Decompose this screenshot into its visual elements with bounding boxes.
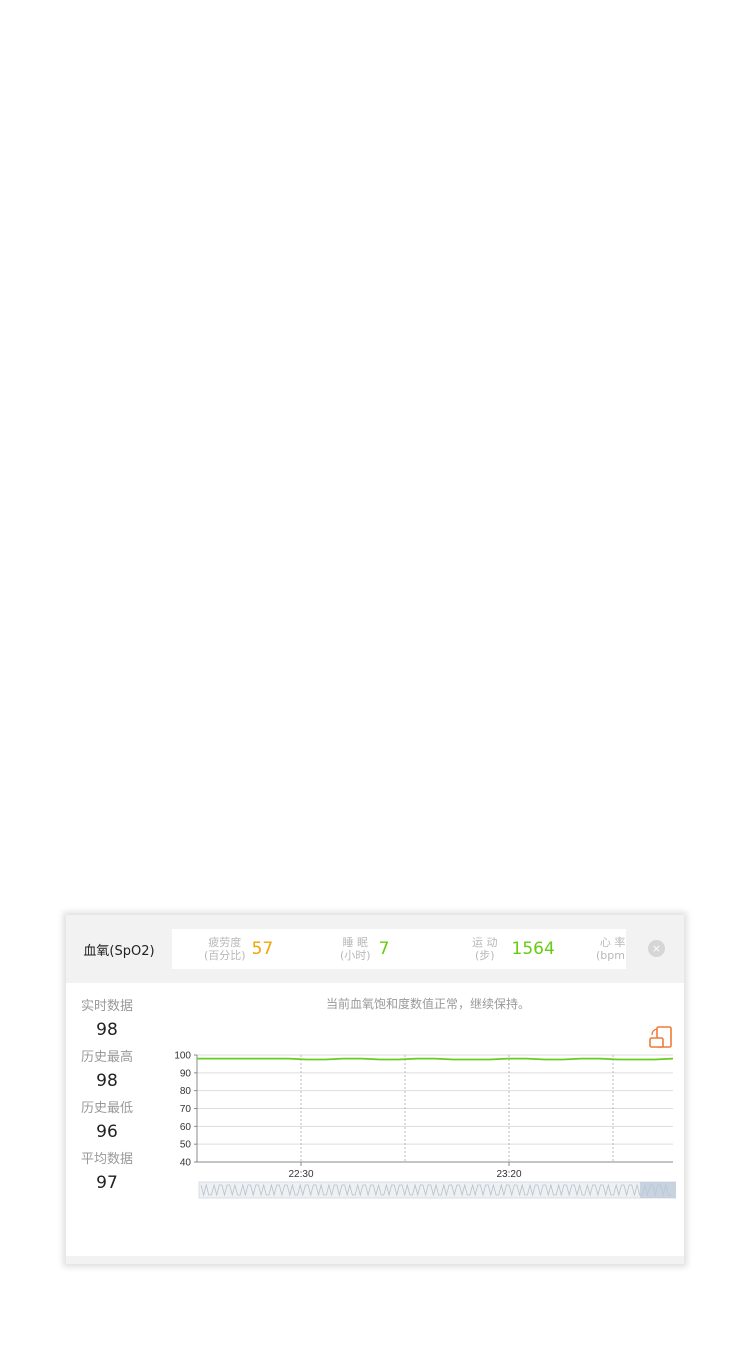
panel-footer bbox=[66, 1256, 684, 1264]
y-tick-label: 80 bbox=[180, 1086, 192, 1097]
history-min-label: 历史最低 bbox=[80, 1101, 133, 1116]
spo2-line-chart: 100 90 80 70 60 50 40 22:30 23:20 bbox=[174, 1051, 676, 1199]
average-label: 平均数据 bbox=[80, 1152, 133, 1167]
close-button[interactable]: × bbox=[648, 940, 665, 957]
history-max-value: 98 bbox=[96, 1071, 118, 1091]
metric-heart-rate[interactable]: 心 率 (bpm) bbox=[596, 929, 626, 969]
x-tick-label: 22:30 bbox=[288, 1169, 313, 1180]
metric-exercise-label: 运 动 (步) bbox=[472, 936, 498, 962]
metrics-strip[interactable]: 疲劳度 (百分比) 57 睡 眠 (小时) 7 运 动 (步) 1564 心 率… bbox=[172, 929, 626, 969]
y-tick-label: 40 bbox=[180, 1158, 192, 1169]
spo2-panel: 血氧(SpO2) 疲劳度 (百分比) 57 睡 眠 (小时) 7 运 动 (步)… bbox=[66, 915, 684, 1264]
metric-sleep[interactable]: 睡 眠 (小时) 7 bbox=[340, 929, 389, 969]
realtime-label: 实时数据 bbox=[80, 999, 133, 1014]
y-tick-label: 60 bbox=[180, 1122, 192, 1133]
x-tick-label: 23:20 bbox=[496, 1169, 521, 1180]
y-tick-label: 90 bbox=[180, 1068, 192, 1079]
average-value: 97 bbox=[96, 1173, 118, 1193]
status-notice: 当前血氧饱和度数值正常，继续保持。 bbox=[325, 997, 530, 1011]
tab-spo2[interactable]: 血氧(SpO2) bbox=[66, 929, 172, 969]
metric-sleep-value: 7 bbox=[378, 939, 390, 959]
realtime-value: 98 bbox=[96, 1020, 118, 1040]
panel-header: 血氧(SpO2) 疲劳度 (百分比) 57 睡 眠 (小时) 7 运 动 (步)… bbox=[66, 915, 684, 983]
y-tick-label: 100 bbox=[174, 1051, 191, 1062]
overview-selection-handle[interactable] bbox=[640, 1182, 676, 1198]
metric-exercise-value: 1564 bbox=[511, 939, 555, 959]
spo2-series-line bbox=[197, 1057, 674, 1061]
metric-fatigue-label: 疲劳度 (百分比) bbox=[204, 936, 246, 962]
metric-exercise[interactable]: 运 动 (步) 1564 bbox=[472, 929, 555, 969]
metric-heart-rate-label: 心 率 (bpm) bbox=[596, 936, 626, 962]
metric-fatigue[interactable]: 疲劳度 (百分比) 57 bbox=[204, 929, 273, 969]
close-icon: × bbox=[651, 942, 662, 955]
metric-fatigue-value: 57 bbox=[251, 939, 274, 959]
y-tick-label: 70 bbox=[180, 1104, 192, 1115]
history-min-value: 96 bbox=[96, 1122, 118, 1142]
stats-column: 实时数据 98 历史最高 98 历史最低 96 平均数据 97 bbox=[66, 995, 148, 1199]
metric-sleep-label: 睡 眠 (小时) bbox=[340, 936, 371, 962]
history-max-label: 历史最高 bbox=[80, 1050, 133, 1065]
y-tick-label: 50 bbox=[180, 1140, 192, 1151]
